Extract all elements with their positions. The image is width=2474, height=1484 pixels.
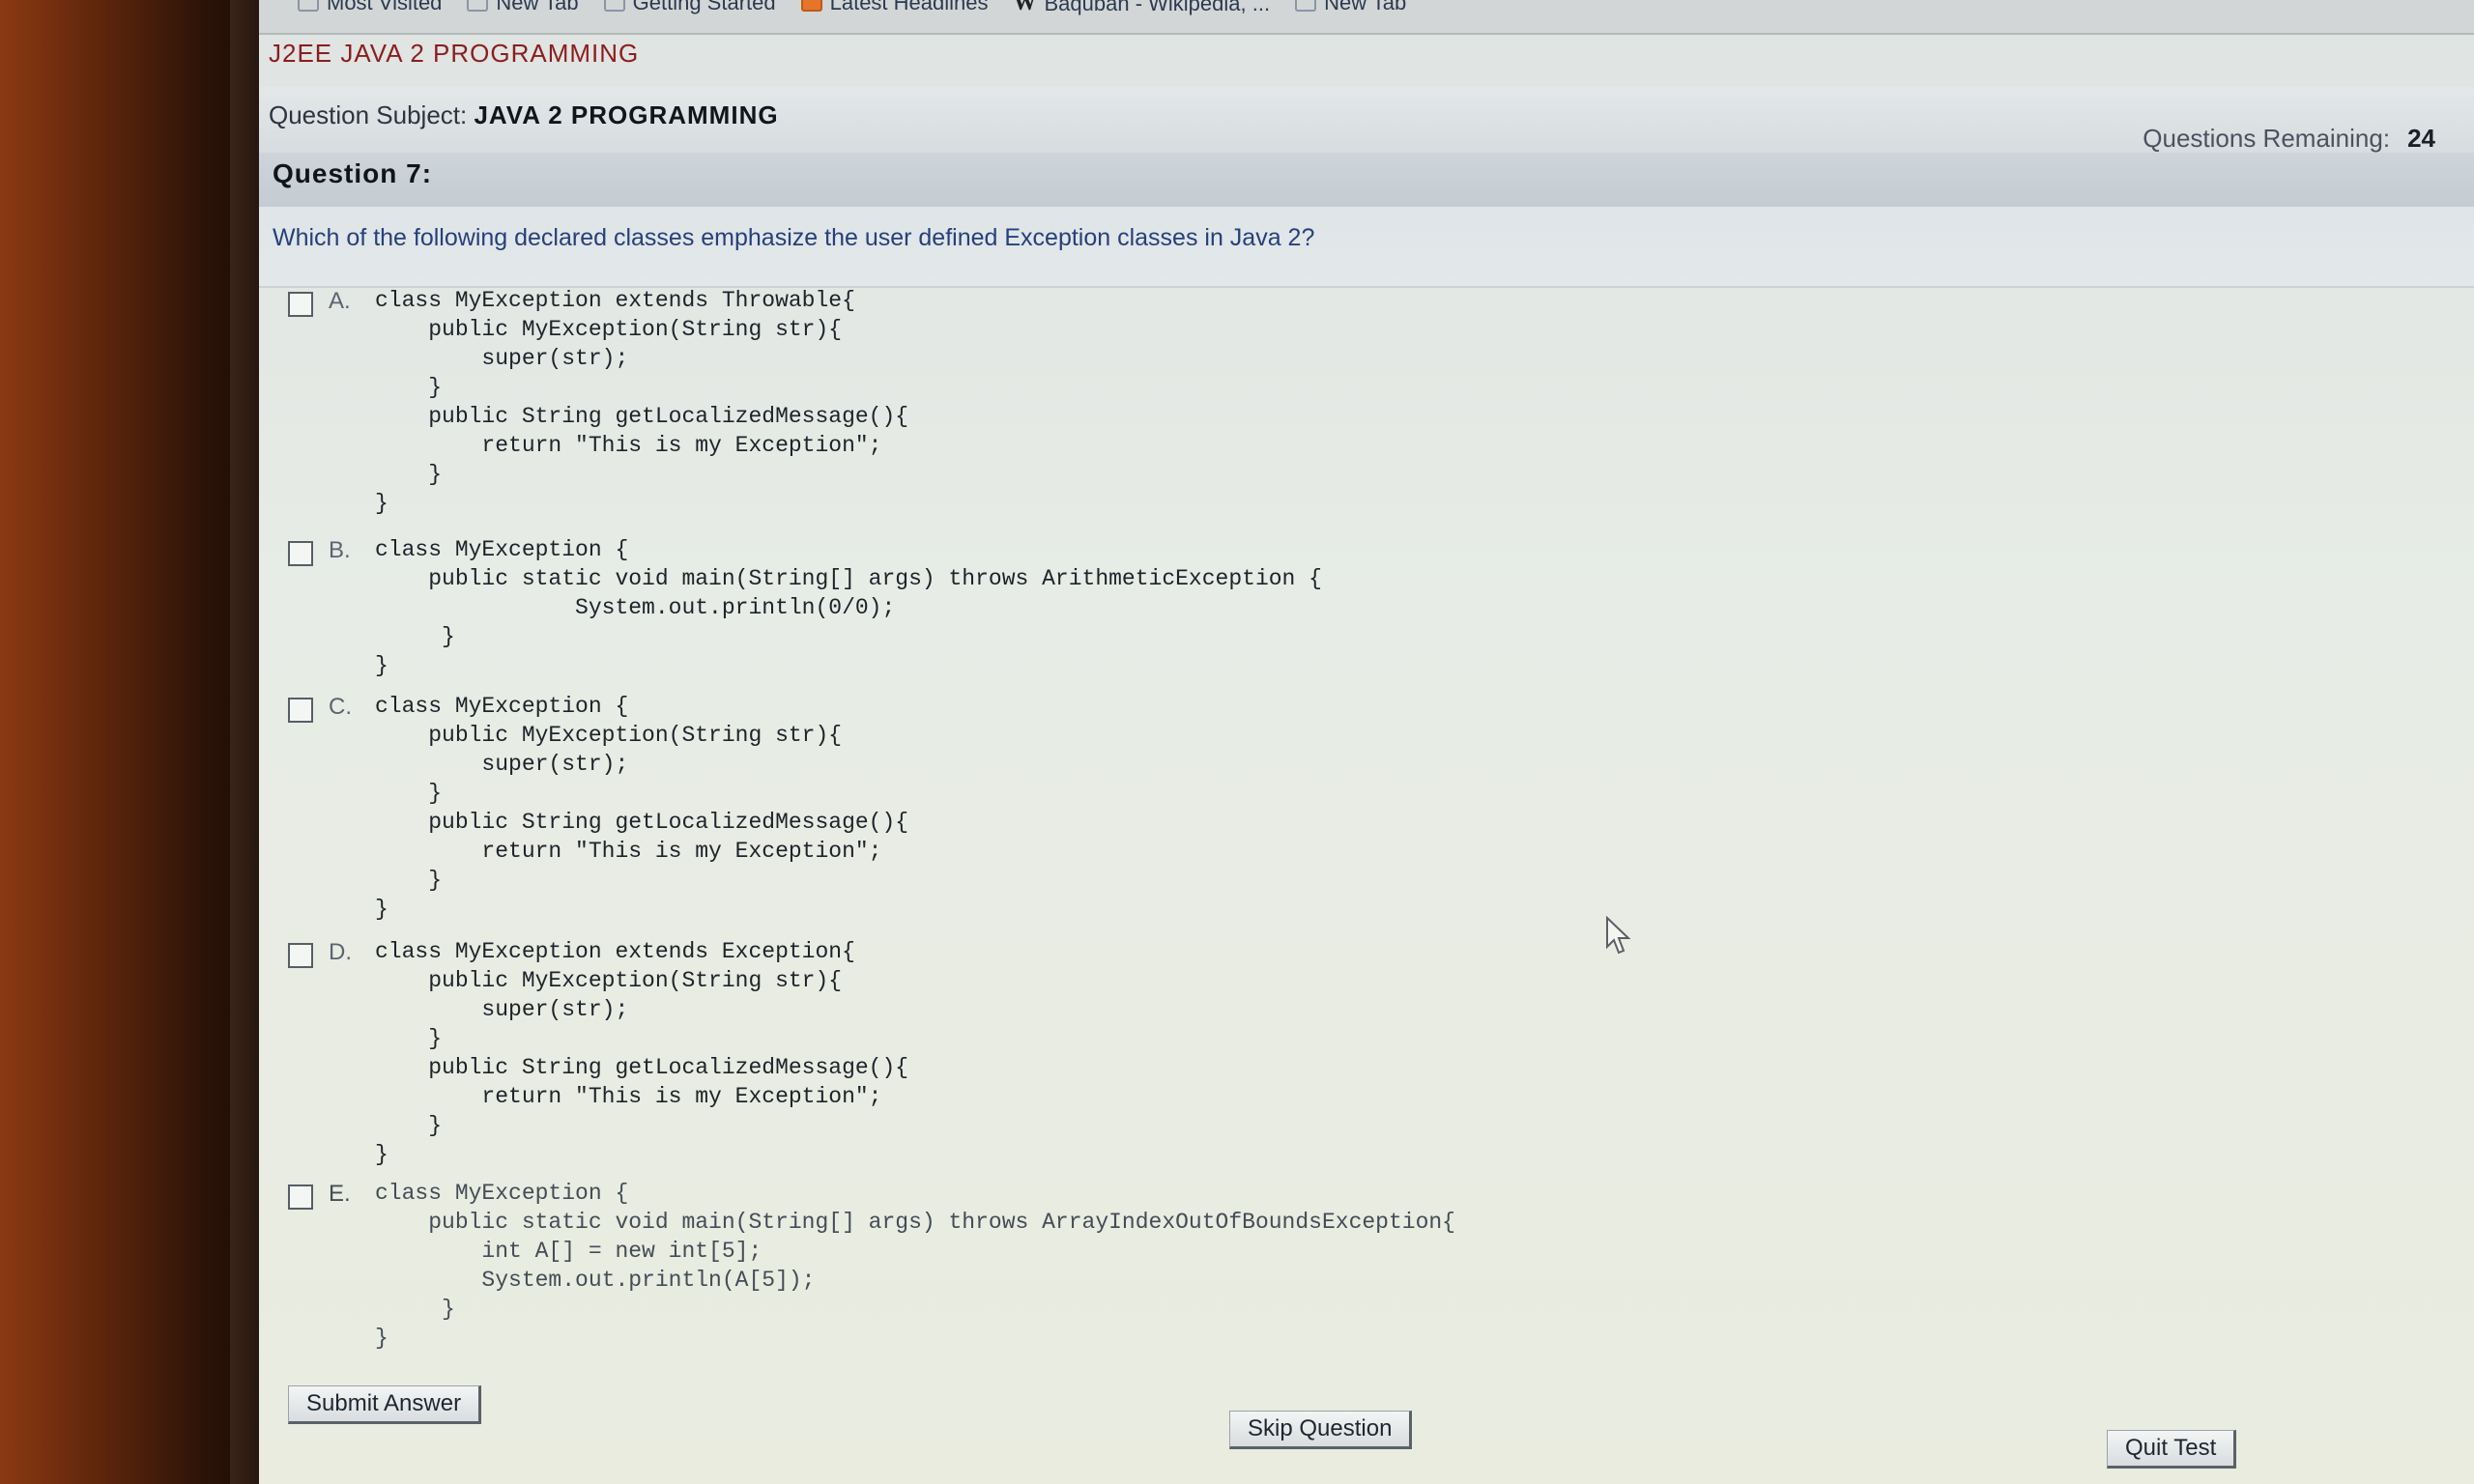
questions-remaining: Questions Remaining: 24 [2143, 124, 2435, 154]
option-code: class MyException { public static void m… [375, 537, 1322, 678]
option-letter: A. [329, 288, 351, 314]
bookmark-label: Most Visited [327, 0, 443, 14]
option-letter: D. [329, 939, 352, 965]
answer-options: A. class MyException extends Throwable{ … [259, 286, 2474, 1368]
option-letter: B. [329, 537, 351, 563]
question-number-bar [259, 153, 2474, 207]
option-c[interactable]: C. class MyException { public MyExceptio… [288, 692, 908, 924]
page-icon [467, 0, 489, 12]
bookmark-latest-headlines[interactable]: Latest Headlines [800, 0, 989, 15]
option-code: class MyException extends Throwable{ pub… [375, 288, 909, 516]
quit-test-button[interactable]: Quit Test [2107, 1430, 2237, 1469]
question-subject: Question Subject: JAVA 2 PROGRAMMING [269, 100, 779, 130]
option-letter: C. [329, 694, 352, 720]
wikipedia-icon: W [1013, 0, 1037, 15]
bookmark-label: Latest Headlines [829, 0, 989, 14]
option-d[interactable]: D. class MyException extends Exception{ … [288, 937, 908, 1169]
bookmark-label: Baqubah - Wikipedia, ... [1044, 0, 1271, 15]
option-a[interactable]: A. class MyException extends Throwable{ … [288, 286, 908, 518]
bookmark-new-tab[interactable]: New Tab [467, 0, 579, 15]
bookmark-wikipedia[interactable]: W Baqubah - Wikipedia, ... [1014, 0, 1271, 16]
page-icon [603, 0, 625, 12]
monitor-bezel [0, 0, 261, 1484]
option-e[interactable]: E. class MyException { public static voi… [288, 1179, 1455, 1353]
option-c-checkbox[interactable] [288, 698, 313, 723]
option-e-checkbox[interactable] [288, 1184, 313, 1210]
option-code: class MyException extends Exception{ pub… [375, 939, 909, 1167]
monitor-bezel-edge [230, 0, 261, 1484]
mouse-cursor-icon [1606, 916, 1631, 955]
option-b-checkbox[interactable] [288, 541, 313, 566]
bookmark-label: New Tab [496, 0, 579, 14]
option-code: class MyException { public MyException(S… [375, 694, 909, 922]
option-a-checkbox[interactable] [288, 292, 313, 317]
subject-value: JAVA 2 PROGRAMMING [474, 100, 779, 129]
bookmark-label: Getting Started [632, 0, 776, 14]
submit-answer-button[interactable]: Submit Answer [288, 1385, 482, 1424]
option-letter: E. [329, 1181, 351, 1207]
bookmark-label: New Tab [1324, 0, 1407, 14]
question-number: Question 7: [273, 158, 433, 188]
star-icon [298, 0, 319, 12]
option-d-checkbox[interactable] [288, 943, 313, 968]
question-text: Which of the following declared classes … [273, 224, 1315, 251]
page-icon [1295, 0, 1317, 12]
subject-label: Question Subject: [269, 100, 468, 129]
remaining-label: Questions Remaining: [2143, 124, 2391, 153]
bookmark-getting-started[interactable]: Getting Started [603, 0, 776, 15]
bookmark-most-visited[interactable]: Most Visited [298, 0, 442, 15]
screen: Most Visited New Tab Getting Started Lat… [259, 0, 2474, 1484]
remaining-count: 24 [2407, 124, 2435, 153]
rss-icon [800, 0, 822, 12]
bookmarks-toolbar: Most Visited New Tab Getting Started Lat… [259, 0, 2474, 35]
bookmark-new-tab-2[interactable]: New Tab [1295, 0, 1406, 15]
app-title: J2EE JAVA 2 PROGRAMMING [269, 39, 640, 68]
skip-question-button[interactable]: Skip Question [1229, 1411, 1413, 1449]
option-b[interactable]: B. class MyException { public static voi… [288, 535, 1322, 680]
option-code: class MyException { public static void m… [375, 1181, 1455, 1351]
